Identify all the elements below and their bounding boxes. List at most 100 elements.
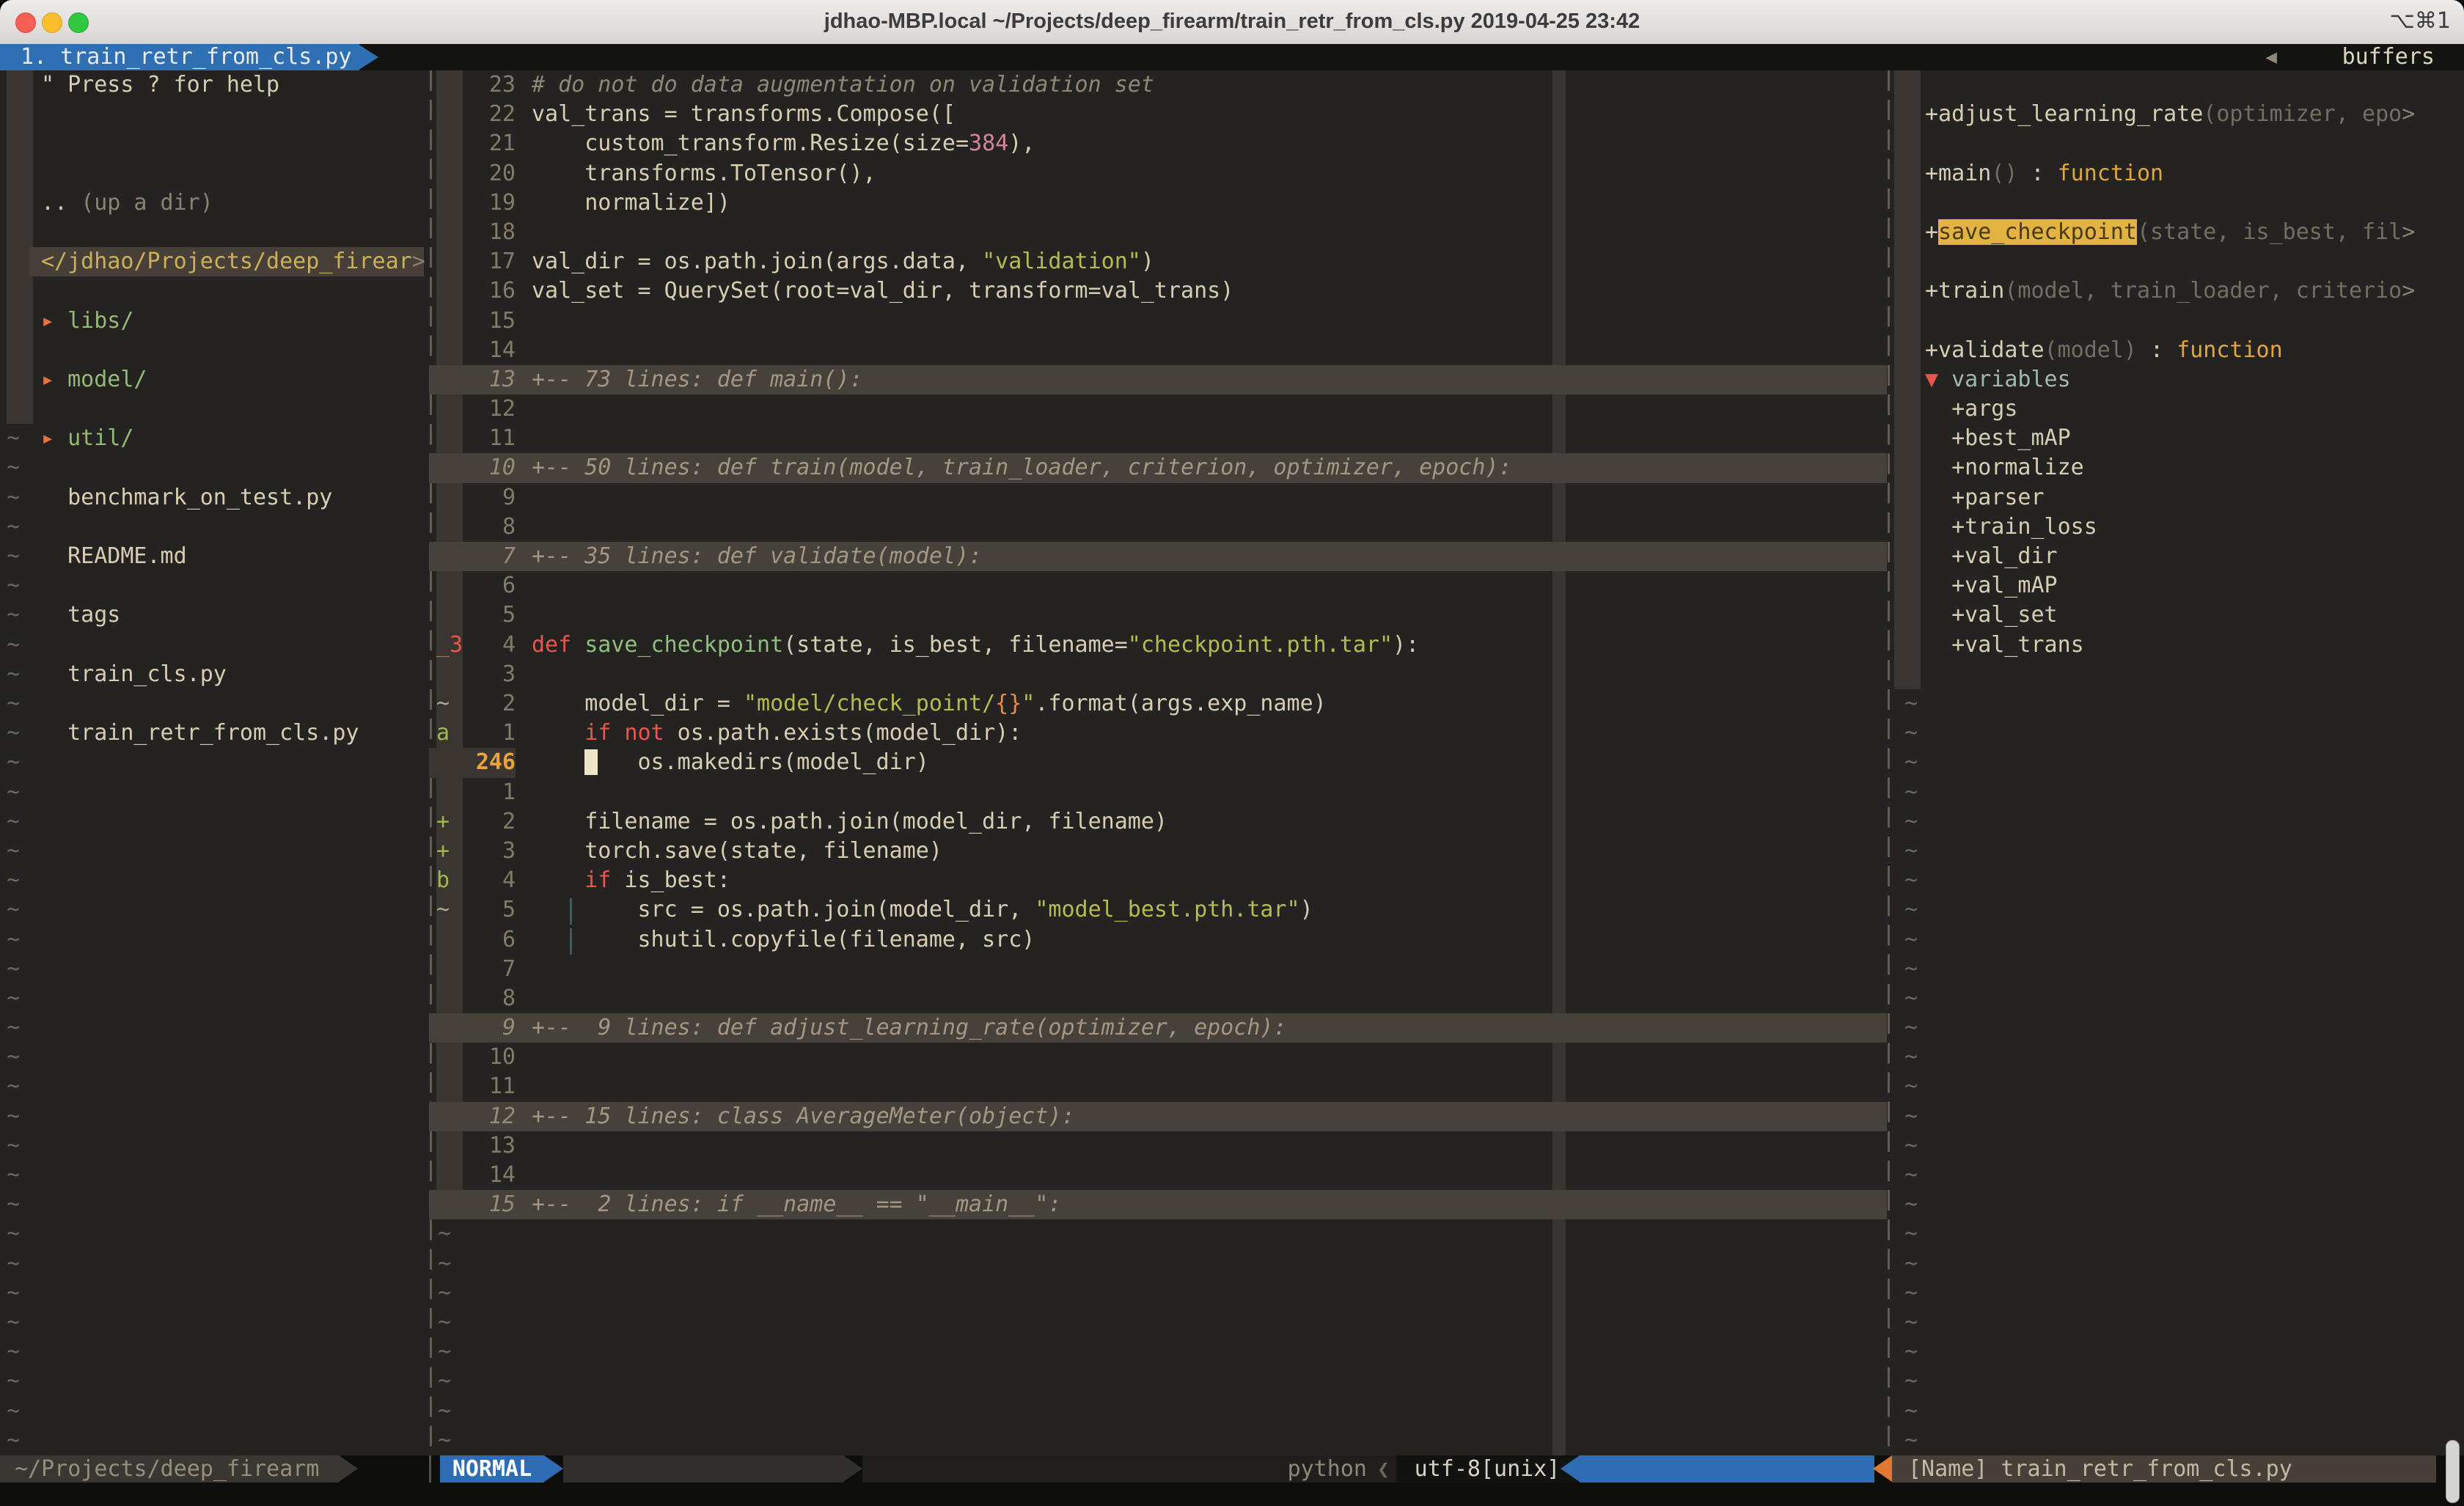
code-line[interactable]: 5 <box>429 600 1887 630</box>
code-line[interactable]: 6 shutil.copyfile(filename, src) <box>429 925 1887 955</box>
window-separator-right[interactable] <box>1888 70 1890 1455</box>
code-line[interactable]: 16val_set = QuerySet(root=val_dir, trans… <box>429 276 1887 306</box>
command-line[interactable] <box>0 1483 2464 1506</box>
code-line[interactable]: 1 <box>429 778 1887 807</box>
code-line[interactable]: a1 if not os.path.exists(model_dir): <box>429 719 1887 748</box>
empty-line-tilde: ~ <box>0 955 430 984</box>
line-number: 5 <box>463 895 516 925</box>
empty-line-tilde: ~ <box>0 1013 430 1043</box>
mode-indicator: NORMAL <box>440 1455 544 1483</box>
code-line[interactable]: 14 <box>429 336 1887 365</box>
empty-line-tilde: ~ <box>429 1308 1896 1337</box>
macos-titlebar: jdhao-MBP.local ~/Projects/deep_firearm/… <box>0 0 2464 45</box>
empty-line-tilde: ~ <box>0 778 430 807</box>
code-line[interactable]: 10 <box>429 1043 1887 1072</box>
code-line[interactable]: 11 <box>429 424 1887 453</box>
scrollbar-thumb[interactable] <box>2446 1440 2460 1503</box>
code-line[interactable]: ~2 model_dir = "model/check_point/{}".fo… <box>429 689 1887 719</box>
code-line[interactable]: _34def save_checkpoint(state, is_best, f… <box>429 631 1887 660</box>
code-line[interactable]: 21 custom_transform.Resize(size=384), <box>429 129 1887 158</box>
line-number: 19 <box>463 188 516 218</box>
empty-line-tilde: ~ <box>1894 1367 2464 1396</box>
folded-code-line[interactable]: 7+-- 35 lines: def validate(model): <box>429 542 1887 571</box>
code-line[interactable]: +2 filename = os.path.join(model_dir, fi… <box>429 807 1887 837</box>
empty-line-tilde: ~ <box>1894 984 2464 1013</box>
code-line[interactable]: 23# do not do data augmentation on valid… <box>429 70 1887 100</box>
tagbar-item[interactable]: +save_checkpoint(state, is_best, fil> <box>1894 218 2464 247</box>
empty-line-tilde: ~ <box>429 1219 1896 1249</box>
tab-arrow-separator <box>358 44 378 70</box>
tagbar-item[interactable]: +best_mAP <box>1894 424 2464 453</box>
tagbar-item[interactable]: +train_loss <box>1894 513 2464 542</box>
folded-code-line[interactable]: 15+-- 2 lines: if __name__ == "__main__"… <box>429 1190 1887 1219</box>
tab-train-retr-from-cls[interactable]: 1. train_retr_from_cls.py <box>0 44 359 70</box>
nerdtree-item[interactable]: ▸ libs/ <box>0 306 424 336</box>
folded-code-line[interactable]: 10+-- 50 lines: def train(model, train_l… <box>429 453 1887 482</box>
sign-column-mark: _3 <box>436 631 463 660</box>
tagbar-item[interactable]: +val_dir <box>1894 542 2464 571</box>
empty-line-tilde: ~ <box>0 631 430 660</box>
tagbar-item[interactable]: +main() : function <box>1894 159 2464 188</box>
nerdtree-item[interactable]: .. (up a dir) <box>0 188 424 218</box>
sign-column <box>436 513 463 542</box>
tagbar-item[interactable]: +val_set <box>1894 600 2464 630</box>
empty-line-tilde: ~ <box>0 513 430 542</box>
code-line[interactable]: 246 os.makedirs(model_dir) <box>429 748 1887 777</box>
tagbar-item[interactable]: +val_trans <box>1894 631 2464 660</box>
code-pane[interactable]: 23# do not do data augmentation on valid… <box>429 70 1887 1455</box>
code-line[interactable]: ~5 src = os.path.join(model_dir, "model_… <box>429 895 1887 925</box>
code-line[interactable]: 15 <box>429 306 1887 336</box>
empty-line-tilde: ~ <box>0 807 430 837</box>
code-line[interactable]: 22val_trans = transforms.Compose([ <box>429 100 1887 129</box>
tagbar-item[interactable]: +validate(model) : function <box>1894 336 2464 365</box>
folded-code-line[interactable]: 12+-- 15 lines: class AverageMeter(objec… <box>429 1102 1887 1131</box>
empty-line-tilde: ~ <box>0 660 430 689</box>
line-number: 11 <box>463 1072 516 1101</box>
git-branch-segment: +8 ~3 -3master <box>563 1455 843 1483</box>
code-line[interactable]: 20 transforms.ToTensor(), <box>429 159 1887 188</box>
empty-line-tilde: ~ <box>0 1397 430 1426</box>
folded-code-line[interactable]: 9+-- 9 lines: def adjust_learning_rate(o… <box>429 1013 1887 1043</box>
indent-guide <box>570 928 572 955</box>
nerdtree-root-path[interactable]: </jdhao/Projects/deep_firear> <box>0 247 424 276</box>
empty-line-tilde: ~ <box>1894 1426 2464 1455</box>
code-line[interactable]: 8 <box>429 984 1887 1013</box>
code-line[interactable]: 9 <box>429 483 1887 513</box>
tagbar-item[interactable]: +train(model, train_loader, criterio> <box>1894 276 2464 306</box>
empty-line-tilde: ~ <box>1894 1397 2464 1426</box>
powerline-arrow <box>544 1455 563 1482</box>
line-number: 8 <box>463 984 516 1013</box>
tagbar-item[interactable]: ▼ variables <box>1894 365 2464 394</box>
tagbar-item[interactable]: +adjust_learning_rate(optimizer, epo> <box>1894 100 2464 129</box>
nerdtree-item[interactable]: ▸ model/ <box>0 365 424 394</box>
tagbar-item[interactable]: +val_mAP <box>1894 571 2464 600</box>
folded-code-line[interactable]: 13+-- 73 lines: def main(): <box>429 365 1887 394</box>
empty-line-tilde: ~ <box>1894 1043 2464 1072</box>
code-line[interactable]: b4 if is_best: <box>429 866 1887 895</box>
sign-column <box>436 600 463 630</box>
code-line[interactable]: 12 <box>429 394 1887 424</box>
sign-column <box>436 424 463 453</box>
tagbar-item[interactable]: +args <box>1894 394 2464 424</box>
code-line[interactable]: 18 <box>429 218 1887 247</box>
powerline-arrow <box>843 1455 862 1482</box>
tagbar-item[interactable]: +parser <box>1894 483 2464 513</box>
code-line[interactable]: 6 <box>429 571 1887 600</box>
code-line[interactable]: 11 <box>429 1072 1887 1101</box>
buffers-left-triangle-icon: ◀ <box>2265 44 2277 70</box>
code-line[interactable]: 7 <box>429 955 1887 984</box>
code-line[interactable]: 14 <box>429 1161 1887 1190</box>
code-line[interactable]: 8 <box>429 513 1887 542</box>
line-number: 14 <box>463 336 516 365</box>
code-line[interactable]: 13 <box>429 1131 1887 1161</box>
empty-line-tilde: ~ <box>0 1043 430 1072</box>
code-line[interactable]: 3 <box>429 660 1887 689</box>
code-line[interactable]: +3 torch.save(state, filename) <box>429 837 1887 866</box>
tagbar-item[interactable]: +normalize <box>1894 453 2464 482</box>
empty-line-tilde: ~ <box>0 571 430 600</box>
nerdtree-item[interactable]: " Press ? for help <box>0 70 424 100</box>
code-line[interactable]: 19 normalize]) <box>429 188 1887 218</box>
code-line[interactable]: 17val_dir = os.path.join(args.data, "val… <box>429 247 1887 276</box>
empty-line-tilde: ~ <box>1894 1219 2464 1249</box>
line-number: 9 <box>463 1013 516 1043</box>
